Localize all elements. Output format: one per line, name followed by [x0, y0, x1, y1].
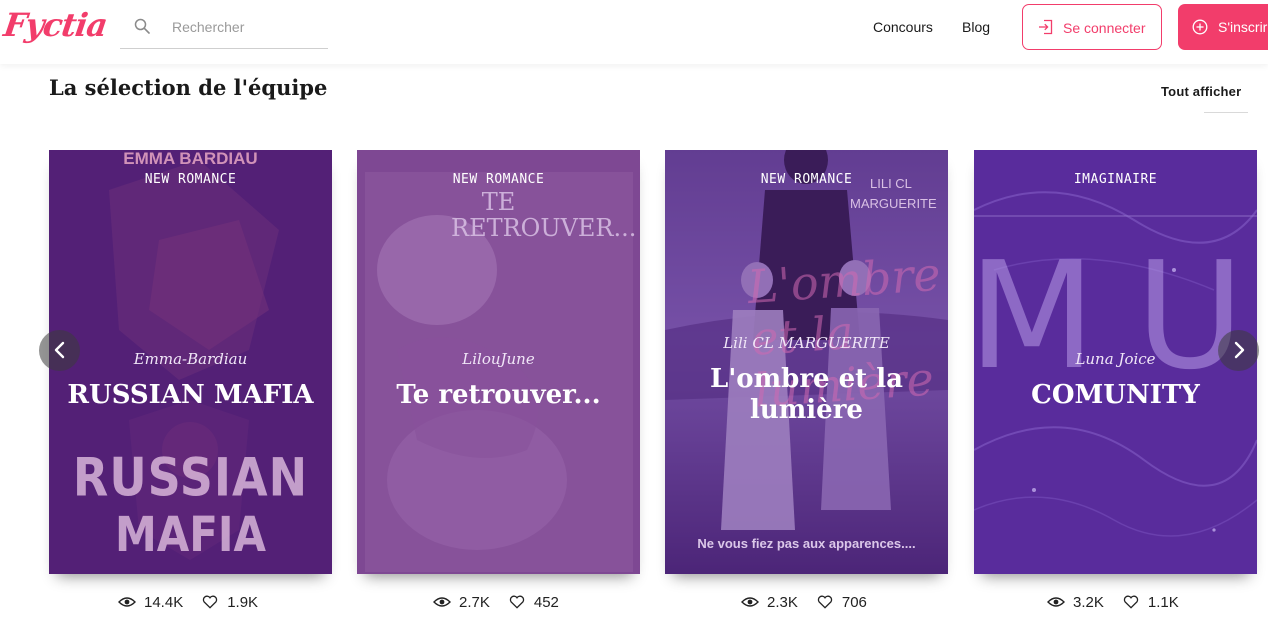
- book-title: Te retrouver...: [396, 380, 601, 410]
- search-bar[interactable]: [120, 8, 328, 49]
- heart-icon[interactable]: [816, 595, 834, 609]
- chevron-left-icon: [54, 341, 65, 359]
- genre-label: IMAGINAIRE: [1073, 172, 1158, 187]
- book-card-russian-mafia[interactable]: EMMA BARDIAU NEW ROMANCE Emma-Bardiau RU…: [49, 150, 332, 574]
- heart-icon[interactable]: [201, 595, 219, 609]
- book-card-comunity[interactable]: MUN IMAGINAIRE Luna Joice COMUNITY: [974, 150, 1257, 574]
- likes-count: 1.1K: [1147, 593, 1179, 611]
- book-card-lombre-et-la-lumiere[interactable]: L'ombre et la lumière NEW ROMANCE LILI C…: [665, 150, 948, 574]
- eye-icon: [741, 597, 759, 607]
- see-all-underline: [1204, 112, 1248, 113]
- book-title: COMUNITY: [1031, 380, 1200, 410]
- signup-button[interactable]: S'inscrire: [1178, 4, 1268, 50]
- eye-icon: [1047, 597, 1065, 607]
- views-count: 14.4K: [144, 593, 184, 611]
- heart-icon[interactable]: [1122, 595, 1140, 609]
- views-count: 2.3K: [767, 593, 798, 611]
- cover-author-line-1: LILI CL: [870, 176, 912, 191]
- chevron-right-icon: [1234, 341, 1245, 359]
- eye-icon: [433, 597, 451, 607]
- book-card-te-retrouver[interactable]: NEW ROMANCE TE RETROUVER... LilouJune Te…: [357, 150, 640, 574]
- cover-art-word-1: RUSSIAN: [72, 445, 309, 509]
- top-header: Fyctia Concours Blog Se connecter S'insc…: [0, 0, 1268, 64]
- card-stats: 14.4K 1.9K: [118, 590, 276, 614]
- cover-author-text: EMMA BARDIAU: [123, 150, 258, 168]
- login-icon: [1039, 19, 1053, 35]
- login-button-label: Se connecter: [1063, 20, 1146, 36]
- search-icon: [134, 18, 150, 34]
- cover-title-line-2: RETROUVER...: [451, 214, 637, 242]
- nav-contest-link[interactable]: Concours: [873, 19, 933, 35]
- plus-circle-icon: [1192, 19, 1208, 35]
- card-stats: 2.3K 706: [741, 590, 885, 614]
- section-title: La sélection de l'équipe: [49, 75, 328, 100]
- cover-art-word-2: MAFIA: [114, 506, 267, 563]
- eye-icon: [118, 597, 136, 607]
- book-title-line-2: lumière: [750, 395, 863, 425]
- carousel-prev-button[interactable]: [39, 330, 80, 371]
- genre-label: NEW ROMANCE: [452, 172, 545, 187]
- login-button[interactable]: Se connecter: [1022, 4, 1162, 50]
- genre-label: NEW ROMANCE: [144, 172, 237, 187]
- card-stats: 3.2K 1.1K: [1047, 590, 1197, 614]
- book-title-line-1: L'ombre et la: [710, 364, 903, 394]
- cover-author-line-2: MARGUERITE: [850, 196, 937, 211]
- author-name: Luna Joice: [1075, 350, 1156, 368]
- cover-title-line-1: TE: [481, 188, 516, 216]
- author-name: Emma-Bardiau: [133, 350, 248, 368]
- card-stats: 2.7K 452: [433, 590, 577, 614]
- see-all-link[interactable]: Tout afficher: [1161, 84, 1241, 99]
- author-name: Lili CL MARGUERITE: [723, 334, 890, 352]
- likes-count: 452: [533, 593, 559, 611]
- views-count: 3.2K: [1073, 593, 1104, 611]
- search-input[interactable]: [172, 16, 322, 38]
- likes-count: 706: [841, 593, 867, 611]
- nav-blog-link[interactable]: Blog: [962, 19, 990, 35]
- views-count: 2.7K: [459, 593, 490, 611]
- fyctia-logo[interactable]: Fyctia: [1, 6, 109, 44]
- author-name: LilouJune: [462, 350, 535, 368]
- likes-count: 1.9K: [227, 593, 259, 611]
- book-title: RUSSIAN MAFIA: [67, 380, 314, 410]
- signup-button-label: S'inscrire: [1218, 19, 1268, 35]
- cover-art-letters: MUN: [974, 230, 1257, 402]
- carousel-next-button[interactable]: [1218, 330, 1259, 371]
- cover-tagline: Ne vous fiez pas aux apparences....: [697, 536, 916, 551]
- heart-icon[interactable]: [508, 595, 526, 609]
